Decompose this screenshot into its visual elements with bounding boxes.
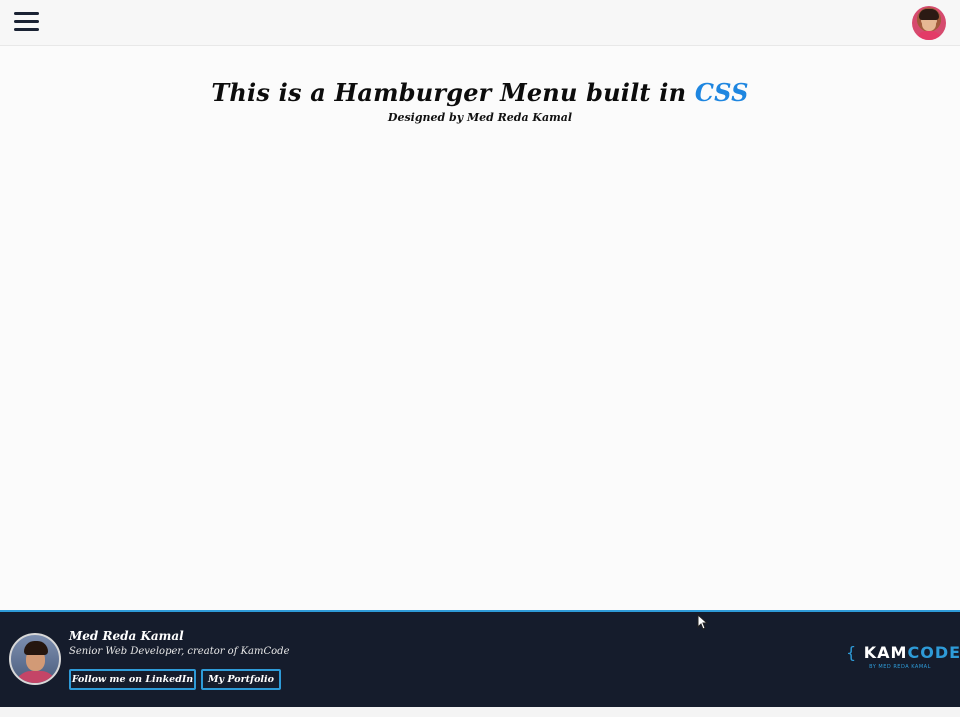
author-avatar (9, 633, 61, 685)
hamburger-menu-icon[interactable] (14, 12, 39, 32)
author-footer (0, 610, 960, 707)
mouse-cursor-icon (697, 614, 709, 630)
kamcode-logo-byline: BY MED REDA KAMAL (869, 664, 931, 670)
page-subtitle: Designed by Med Reda Kamal (387, 111, 573, 124)
hamburger-line-top (14, 12, 39, 15)
author-role: Senior Web Developer, creator of KamCode (69, 646, 290, 657)
kamcode-logo-text: { KAMCODE } (846, 643, 960, 662)
hamburger-line-bottom (14, 28, 39, 31)
bottom-strip (0, 707, 960, 717)
page-title-accent: CSS (694, 78, 749, 107)
profile-avatar[interactable] (912, 6, 946, 40)
linkedin-follow-button[interactable]: Follow me on LinkedIn (69, 669, 196, 690)
hamburger-line-middle (14, 20, 39, 23)
top-bar (0, 0, 960, 46)
portfolio-button[interactable]: My Portfolio (201, 669, 281, 690)
page-title: This is a Hamburger Menu built in CSS (0, 78, 960, 107)
kamcode-logo[interactable]: { KAMCODE } BY MED REDA KAMAL (846, 643, 960, 675)
author-name: Med Reda Kamal (69, 629, 184, 643)
page-title-text: This is a Hamburger Menu built in (211, 78, 687, 107)
